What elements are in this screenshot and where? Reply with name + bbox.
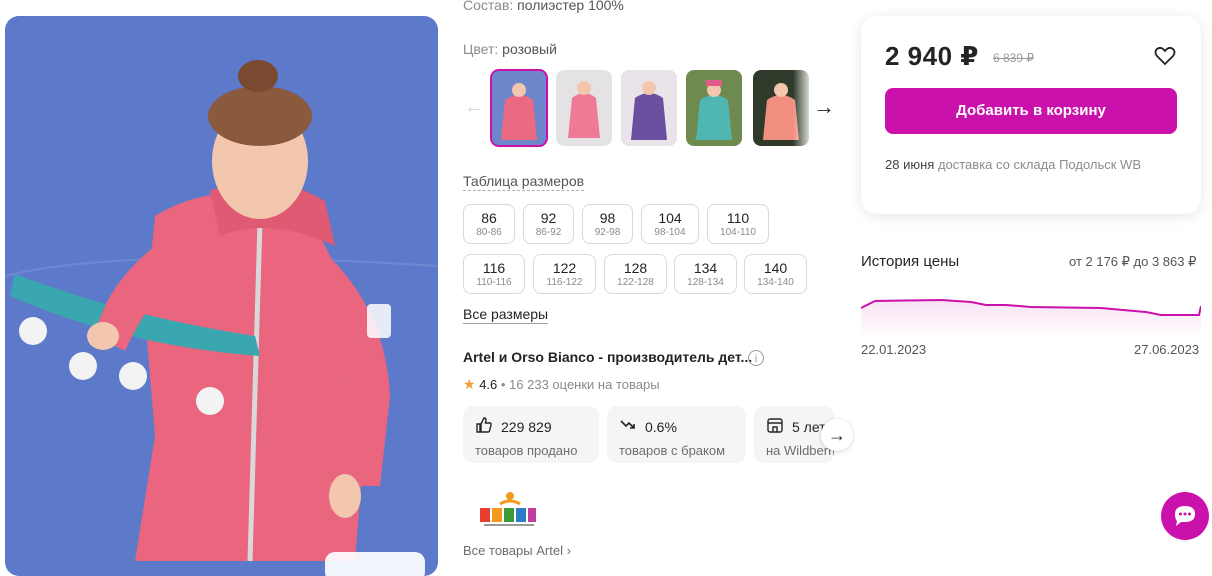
brand-logo[interactable] xyxy=(470,490,545,530)
old-price: 6 839 ₽ xyxy=(993,51,1034,65)
photo-zoom-button[interactable] xyxy=(325,552,425,576)
thumbnail-purple[interactable] xyxy=(621,70,677,146)
price-history-range: от 2 176 ₽ до 3 863 ₽ xyxy=(1069,254,1197,269)
size-option[interactable]: 134 128-134 xyxy=(674,254,737,294)
seller-rating: ★ 4.6 • 16 233 оценки на товары xyxy=(463,376,660,392)
delivery-info: 28 июня доставка со склада Подольск WB xyxy=(885,157,1141,172)
heart-icon[interactable] xyxy=(1153,44,1177,68)
product-main-photo[interactable] xyxy=(5,16,438,576)
all-sizes-link[interactable]: Все размеры xyxy=(463,306,549,324)
thumbs-fade xyxy=(793,70,813,148)
add-to-cart-button[interactable]: Добавить в корзину xyxy=(885,88,1177,134)
size-option[interactable]: 116 110-116 xyxy=(463,254,525,294)
size-option[interactable]: 86 80-86 xyxy=(463,204,515,244)
stat-sold: 229 829 товаров продано xyxy=(463,406,599,463)
price-history-start-date: 22.01.2023 xyxy=(861,342,927,357)
thumbs-up-icon xyxy=(475,416,493,437)
price-card: 2 940 ₽ 6 839 ₽ Добавить в корзину 28 ию… xyxy=(861,16,1201,214)
chat-icon xyxy=(1175,506,1195,526)
stat-defects: 0.6% товаров с браком xyxy=(607,406,746,463)
price-history-end-date: 27.06.2023 xyxy=(1134,342,1200,357)
info-icon[interactable]: i xyxy=(748,350,764,366)
size-option[interactable]: 122 116-122 xyxy=(533,254,596,294)
price-history-title: История цены xyxy=(861,253,960,270)
star-icon: ★ xyxy=(463,376,476,392)
size-option[interactable]: 98 92-98 xyxy=(582,204,633,244)
all-goods-link[interactable]: Все товары Artel › xyxy=(463,543,571,558)
color-label: Цвет: розовый xyxy=(463,41,557,57)
size-table-link[interactable]: Таблица размеров xyxy=(463,173,585,191)
size-option[interactable]: 110 104-110 xyxy=(707,204,769,244)
thumbnail-turquoise[interactable] xyxy=(686,70,742,146)
chat-button[interactable] xyxy=(1161,492,1209,540)
shop-icon xyxy=(766,416,784,437)
size-option[interactable]: 92 86-92 xyxy=(523,204,574,244)
size-option[interactable]: 140 134-140 xyxy=(744,254,807,294)
stats-next-arrow-icon[interactable]: → xyxy=(821,419,853,451)
thumbnail-pink-side[interactable] xyxy=(556,70,612,146)
size-option[interactable]: 104 98-104 xyxy=(641,204,699,244)
composition: Состав: полиэстер 100% xyxy=(463,0,624,13)
thumbnail-pink-front[interactable] xyxy=(490,69,548,147)
price-history-chart[interactable] xyxy=(860,286,1202,338)
size-option[interactable]: 128 122-128 xyxy=(604,254,667,294)
seller-name[interactable]: Artel и Orso Bianco - производитель дет.… xyxy=(463,349,752,365)
thumbs-prev-arrow-icon[interactable]: ← xyxy=(463,96,485,118)
trend-down-icon xyxy=(619,416,637,437)
current-price: 2 940 ₽ xyxy=(885,41,979,71)
color-thumbnails: ← → xyxy=(463,69,843,148)
thumbs-next-arrow-icon[interactable]: → xyxy=(812,96,836,120)
